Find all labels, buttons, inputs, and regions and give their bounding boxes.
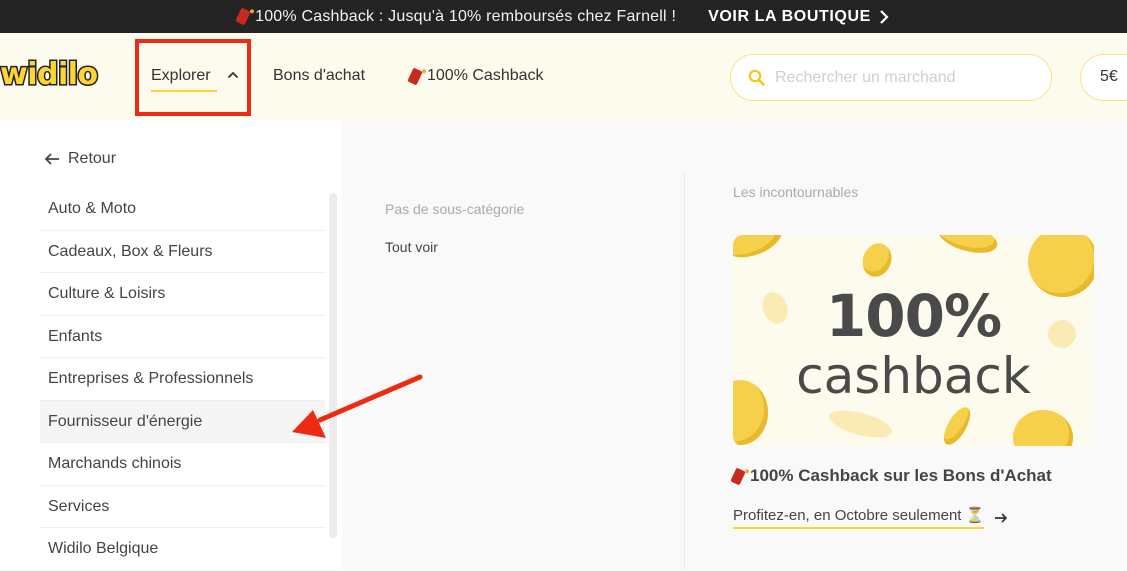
category-item[interactable]: Widilo Belgique xyxy=(40,528,325,571)
coin-decoration xyxy=(1013,410,1073,446)
category-menu: Retour Auto & Moto Cadeaux, Box & Fleurs… xyxy=(0,120,342,569)
nav-cashback[interactable]: 100% Cashback xyxy=(407,67,544,85)
coin-decoration xyxy=(935,235,1001,259)
balance-button[interactable]: 5€ xyxy=(1080,54,1127,101)
coin-decoration xyxy=(938,403,976,446)
promo-message: 100% Cashback : Jusqu'à 10% remboursés c… xyxy=(235,7,677,26)
featured-panel: Les incontournables 100% cashback 100% C… xyxy=(685,120,1127,569)
firecracker-icon xyxy=(235,7,251,26)
coin-decoration xyxy=(826,404,895,444)
nav-explorer[interactable]: Explorer xyxy=(135,39,251,116)
nav-explorer-label: Explorer xyxy=(151,67,211,84)
category-list: Auto & Moto Cadeaux, Box & Fleurs Cultur… xyxy=(40,188,325,571)
category-scrollbar[interactable] xyxy=(329,193,337,538)
nav-cashback-label: 100% Cashback xyxy=(427,67,544,84)
category-item[interactable]: Marchands chinois xyxy=(40,443,325,486)
arrow-right-icon xyxy=(995,512,1008,523)
arrow-left-icon xyxy=(44,153,59,165)
category-item[interactable]: Entreprises & Professionnels xyxy=(40,358,325,401)
site-header: widilo Explorer Bons d'achat 100% Cashba… xyxy=(0,33,1127,120)
featured-title-text: 100% Cashback sur les Bons d'Achat xyxy=(750,466,1052,485)
promo-text: 100% Cashback : Jusqu'à 10% remboursés c… xyxy=(255,7,677,25)
firecracker-icon xyxy=(730,467,746,485)
merchant-search[interactable] xyxy=(730,54,1052,101)
banner-big-text: 100% xyxy=(825,282,1002,350)
category-item[interactable]: Auto & Moto xyxy=(40,188,325,231)
category-item[interactable]: Services xyxy=(40,486,325,528)
banner-small-text: cashback xyxy=(796,347,1031,405)
featured-link-text: Profitez-en, en Octobre seulement ⏳ xyxy=(733,506,985,529)
coin-decoration xyxy=(733,235,787,265)
promo-banner: 100% Cashback : Jusqu'à 10% remboursés c… xyxy=(0,0,1127,33)
category-item-active[interactable]: Fournisseur d'énergie xyxy=(40,400,325,443)
back-button[interactable]: Retour xyxy=(44,150,116,168)
featured-link[interactable]: Profitez-en, en Octobre seulement ⏳ xyxy=(733,506,1008,529)
shop-cta-link[interactable]: VOIR LA BOUTIQUE xyxy=(708,8,889,26)
featured-heading: Les incontournables xyxy=(733,184,859,200)
cashback-banner[interactable]: 100% cashback xyxy=(733,235,1094,446)
featured-title[interactable]: 100% Cashback sur les Bons d'Achat xyxy=(730,466,1052,486)
coin-decoration xyxy=(858,239,896,281)
see-all-link[interactable]: Tout voir xyxy=(385,239,438,255)
search-input[interactable] xyxy=(775,68,1035,87)
active-underline xyxy=(151,90,217,92)
widilo-logo[interactable]: widilo xyxy=(0,56,100,94)
nav-gift-cards[interactable]: Bons d'achat xyxy=(273,67,365,85)
category-item[interactable]: Enfants xyxy=(40,316,325,358)
firecracker-icon xyxy=(407,67,423,85)
search-icon xyxy=(748,69,765,86)
shop-cta-label: VOIR LA BOUTIQUE xyxy=(708,7,871,25)
subcategory-panel: Pas de sous-catégorie Tout voir xyxy=(342,120,685,569)
no-subcategory-label: Pas de sous-catégorie xyxy=(385,201,525,217)
back-label: Retour xyxy=(68,150,117,167)
category-item[interactable]: Cadeaux, Box & Fleurs xyxy=(40,231,325,273)
chevron-up-icon xyxy=(227,71,239,79)
chevron-right-icon xyxy=(880,9,889,24)
category-item[interactable]: Culture & Loisirs xyxy=(40,273,325,316)
